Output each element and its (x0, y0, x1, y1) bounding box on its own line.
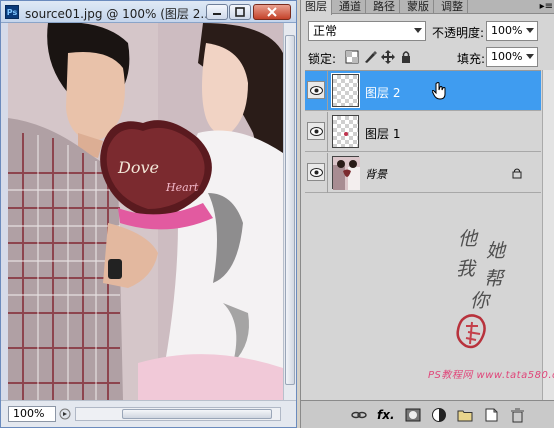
mask-icon[interactable] (405, 407, 421, 423)
panel-tabs: 图层 通道 路径 蒙版 调整 ▸≡ (301, 0, 554, 15)
blend-row: 正常 不透明度: 100% (301, 20, 554, 44)
maximize-icon (235, 7, 245, 17)
fill-label: 填充: (457, 52, 486, 66)
background-thumbnail-image (333, 157, 360, 190)
lock-row: 锁定: 填充: 100% (301, 46, 554, 68)
tab-masks[interactable]: 蒙版 (403, 0, 434, 14)
close-icon (267, 7, 277, 17)
minimize-button[interactable] (206, 4, 228, 20)
trash-icon[interactable] (509, 407, 525, 423)
lock-label: 锁定: (308, 52, 337, 66)
dove-brand-text: Dove (117, 158, 159, 177)
lock-all-icon[interactable] (399, 50, 413, 64)
panel-menu-icon[interactable]: ▸≡ (540, 1, 553, 13)
opacity-field[interactable]: 100% (486, 21, 538, 41)
horizontal-scroll-thumb[interactable] (122, 409, 272, 419)
couple-photo: Dove Heart (8, 23, 283, 400)
horizontal-scrollbar[interactable] (75, 407, 281, 421)
blend-mode-select[interactable]: 正常 (308, 21, 426, 41)
new-layer-icon[interactable] (483, 407, 499, 423)
fill-value: 100% (491, 50, 523, 63)
layer-row-2[interactable]: 图层 2 (305, 71, 541, 111)
tab-channels[interactable]: 通道 (335, 0, 366, 14)
layer-thumbnail[interactable] (332, 156, 360, 190)
minimize-icon (213, 13, 221, 15)
lock-transparency-icon[interactable] (345, 50, 359, 64)
layers-scrollbar[interactable] (542, 70, 554, 400)
layer-row-background[interactable]: 背景 (305, 153, 541, 193)
tab-paths[interactable]: 路径 (369, 0, 400, 14)
visibility-toggle[interactable] (307, 81, 325, 99)
lock-pixels-icon[interactable] (363, 50, 377, 64)
vertical-scrollbar[interactable] (283, 23, 296, 400)
layer-name[interactable]: 图层 1 (365, 125, 400, 142)
fx-icon[interactable]: fx. (377, 407, 395, 423)
eye-icon (310, 168, 323, 177)
maximize-button[interactable] (229, 4, 251, 20)
column-divider (327, 71, 328, 111)
layer-thumbnail[interactable] (332, 115, 359, 148)
layer-name[interactable]: 背景 (365, 166, 387, 182)
link-icon[interactable] (351, 407, 367, 423)
fill-field[interactable]: 100% (486, 47, 538, 67)
hand-cursor-icon (432, 82, 446, 100)
zoom-field[interactable]: 100% (8, 406, 56, 422)
group-icon[interactable] (457, 407, 473, 423)
watermark-char: 她 (486, 240, 506, 262)
column-divider (327, 112, 328, 152)
blend-mode-value: 正常 (313, 24, 338, 38)
tab-adjustments[interactable]: 调整 (437, 0, 468, 14)
document-title: source01.jpg @ 100% (图层 2... (25, 7, 212, 21)
opacity-label: 不透明度: (432, 26, 485, 40)
layer-thumbnail[interactable] (331, 73, 360, 108)
document-window: Ps source01.jpg @ 100% (图层 2... Dove Hea… (0, 0, 297, 428)
opacity-dropdown-icon[interactable] (526, 28, 534, 33)
watermark-char: 你 (470, 290, 490, 312)
eye-icon (310, 127, 323, 136)
visibility-toggle[interactable] (307, 163, 325, 181)
close-button[interactable] (253, 4, 291, 20)
layer-name[interactable]: 图层 2 (365, 84, 400, 101)
fill-dropdown-icon[interactable] (526, 54, 534, 59)
opacity-value: 100% (491, 24, 523, 37)
panel-footer: fx. (301, 400, 554, 428)
layer-row-1[interactable]: 图层 1 (305, 112, 541, 152)
column-divider (327, 153, 328, 193)
image-canvas[interactable]: Dove Heart (8, 23, 283, 400)
tab-layers[interactable]: 图层 (301, 0, 332, 15)
chevron-down-icon (414, 28, 422, 33)
watermark-url: PS教程网 www.tata580.com (428, 370, 554, 381)
photoshop-logo-icon: Ps (5, 5, 19, 19)
lock-position-icon[interactable] (381, 50, 395, 64)
status-bar: 100% (1, 400, 296, 427)
lock-icon (512, 168, 522, 179)
eye-icon (310, 86, 323, 95)
watermark-char: 他 (458, 228, 478, 250)
heart-product-text: Heart (165, 181, 199, 194)
watermark-char: 我 (456, 258, 476, 280)
adjustment-icon[interactable] (431, 407, 447, 423)
document-titlebar[interactable]: Ps source01.jpg @ 100% (图层 2... (1, 1, 296, 23)
visibility-toggle[interactable] (307, 122, 325, 140)
vertical-scroll-thumb[interactable] (285, 35, 295, 385)
watermark-seal-icon (456, 314, 486, 349)
layer-content-mark (344, 132, 348, 136)
status-menu-icon[interactable] (59, 407, 71, 421)
